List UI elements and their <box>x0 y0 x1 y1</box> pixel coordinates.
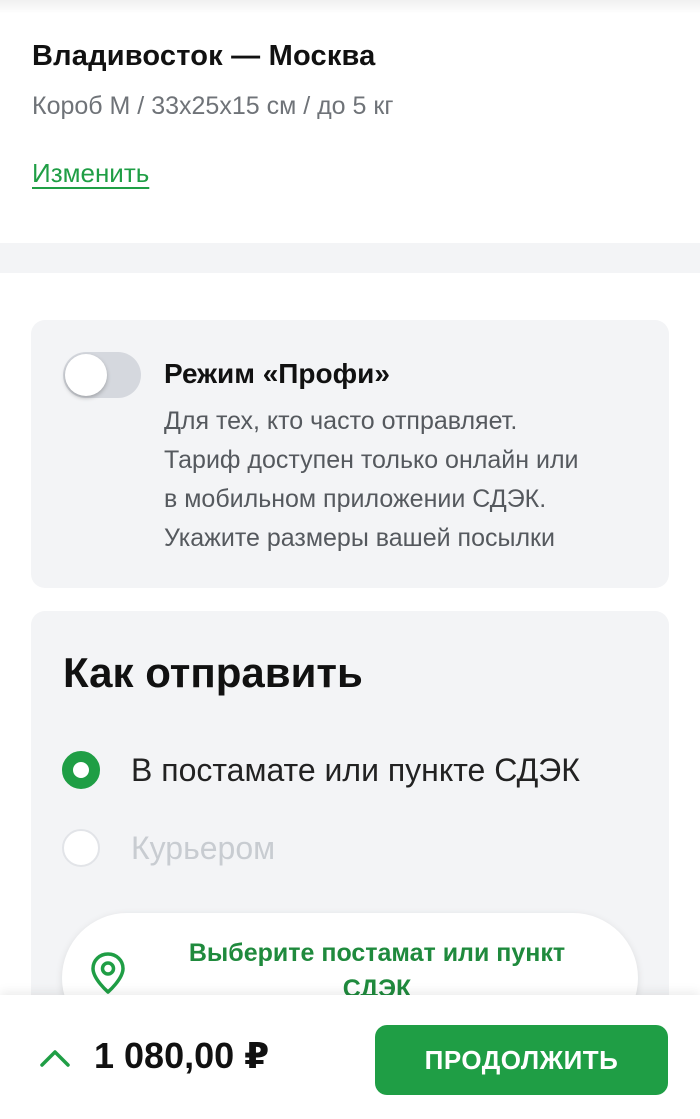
profi-mode-title: Режим «Профи» <box>164 358 390 389</box>
option-courier[interactable]: Курьером <box>62 828 275 868</box>
toggle-knob <box>65 354 107 396</box>
option-courier-label: Курьером <box>131 829 276 866</box>
profi-desc-line: в мобильном приложении СДЭК. <box>164 485 547 513</box>
change-link[interactable]: Изменить <box>32 158 149 189</box>
option-pickup-point-label: В постамате или пункте СДЭК <box>131 751 580 788</box>
route-summary: Владивосток — Москва Короб M / 33x25x15 … <box>0 0 700 243</box>
delivery-page: Владивосток — Москва Короб M / 33x25x15 … <box>0 0 700 1119</box>
continue-button-label: ПРОДОЛЖИТЬ <box>424 1044 619 1075</box>
option-pickup-point[interactable]: В постамате или пункте СДЭК <box>62 750 580 790</box>
profi-desc-line: Тариф доступен только онлайн или <box>164 446 579 474</box>
send-method-title: Как отправить <box>63 649 363 696</box>
continue-button[interactable]: ПРОДОЛЖИТЬ <box>375 1025 668 1095</box>
profi-mode-description: Для тех, кто часто отправляет. Тариф дос… <box>164 402 644 558</box>
package-details: Короб M / 33x25x15 см / до 5 кг <box>32 92 394 120</box>
checkout-bar: 1 080,00 ₽ ПРОДОЛЖИТЬ <box>0 995 700 1119</box>
route-title: Владивосток — Москва <box>32 40 376 72</box>
location-pin-icon <box>91 952 125 994</box>
radio-checked[interactable] <box>62 751 100 789</box>
profi-mode-toggle[interactable] <box>63 352 141 398</box>
chevron-up-icon[interactable] <box>38 1047 72 1069</box>
profi-mode-card: Режим «Профи» Для тех, кто часто отправл… <box>31 320 669 588</box>
radio-unchecked[interactable] <box>62 829 100 867</box>
profi-desc-line: Для тех, кто часто отправляет. <box>164 407 518 435</box>
profi-desc-line: Укажите размеры вашей посылки <box>164 524 555 552</box>
send-method-card: Как отправить В постамате или пункте СДЭ… <box>31 611 669 1031</box>
total-price: 1 080,00 ₽ <box>94 1035 270 1076</box>
section-divider <box>0 243 700 273</box>
